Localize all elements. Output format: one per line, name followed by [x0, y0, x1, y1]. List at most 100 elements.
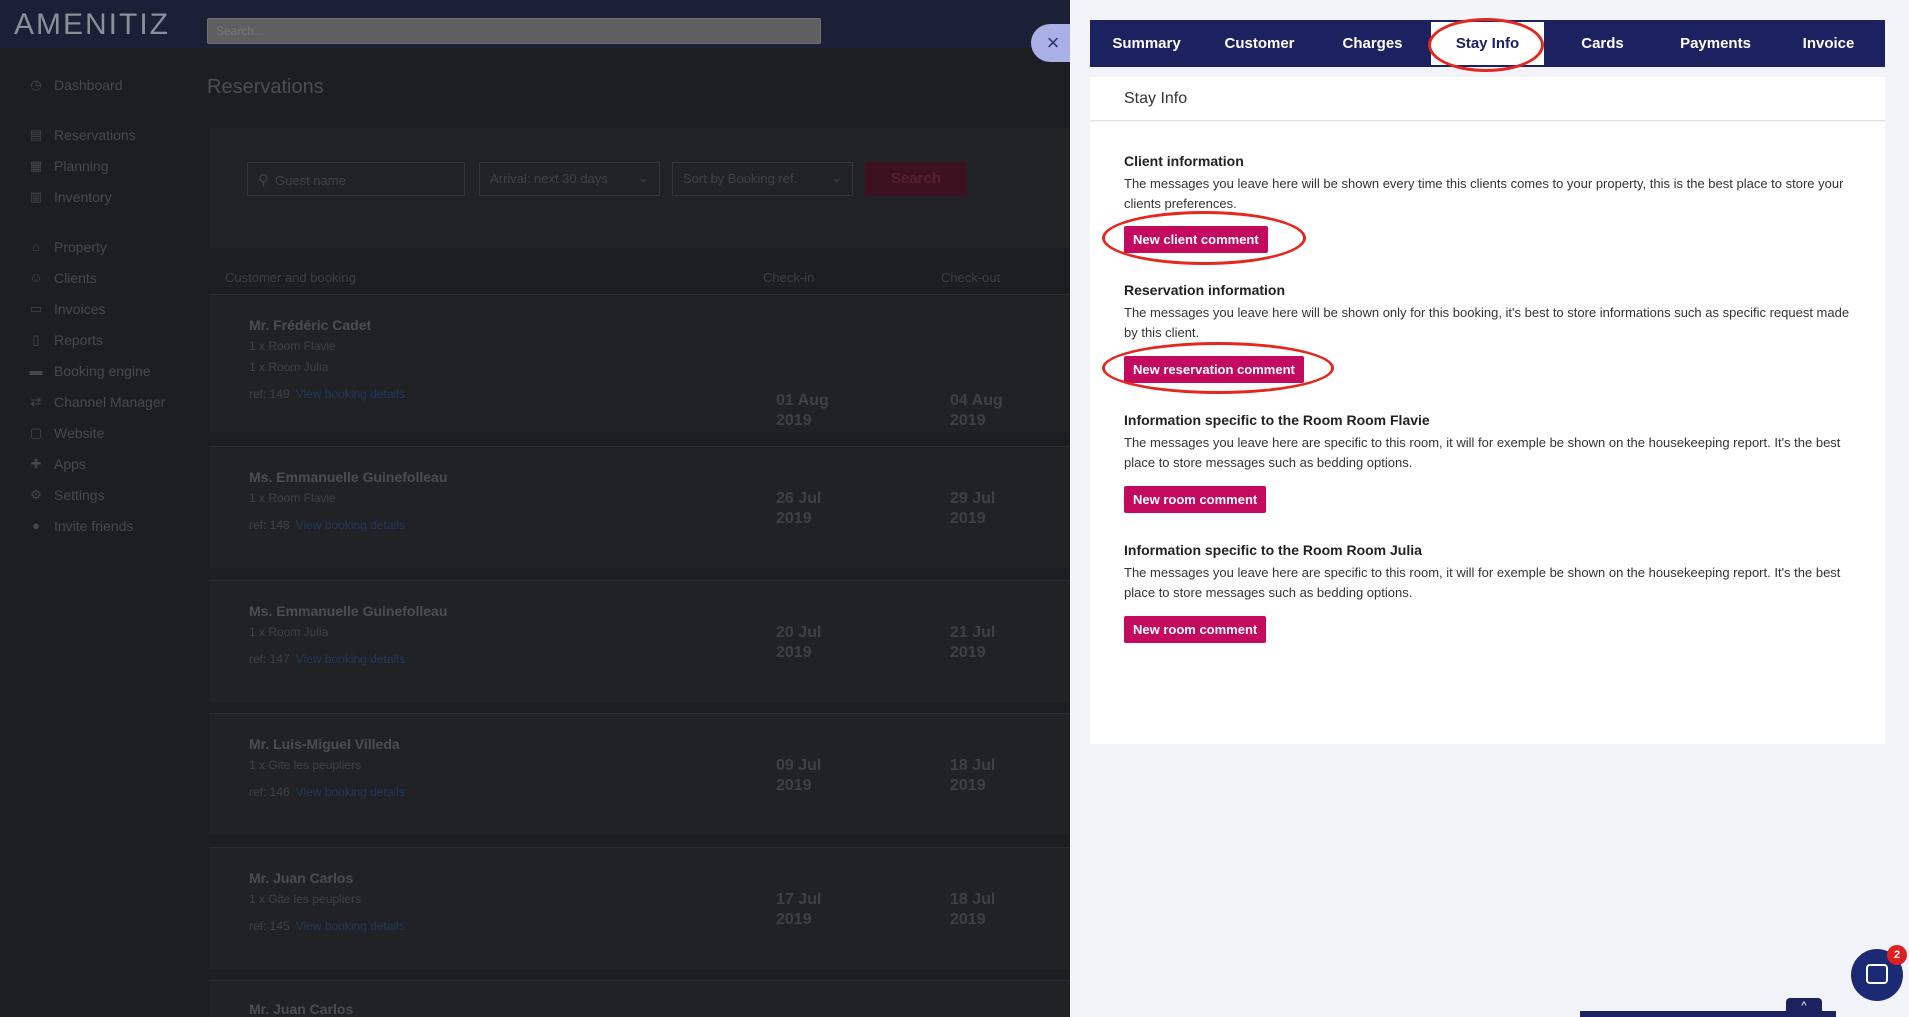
sidebar-item-channel-manager[interactable]: ⇄ Channel Manager	[28, 386, 166, 417]
sidebar-group-bookings: ▤ Reservations ▦ Planning ▥ Inventory	[28, 119, 136, 212]
row-room: 1 x Gite les peupliers	[249, 758, 362, 772]
guest-name-input[interactable]: ⚲ Guest name	[247, 162, 465, 196]
row-ref: ref: 145 View booking details	[249, 919, 405, 933]
sidebar-item-inventory[interactable]: ▥ Inventory	[28, 181, 136, 212]
row-checkout: 04 Aug 2019	[950, 391, 1003, 431]
sidebar-item-label: Channel Manager	[54, 393, 166, 410]
tab-cards[interactable]: Cards	[1546, 20, 1659, 67]
checkout-year: 2019	[950, 644, 986, 661]
row-ref: ref: 147 View booking details	[249, 652, 405, 666]
sidebar-item-property[interactable]: ⌂ Property	[28, 231, 165, 262]
row-checkout: 18 Jul 2019	[950, 890, 995, 930]
row-guest-name: Mr. Frédéric Cadet	[249, 317, 372, 333]
amenitiz-logo[interactable]: AMENITIZ	[14, 8, 170, 42]
search-icon: ⚲	[258, 172, 269, 189]
global-search-input[interactable]	[207, 18, 821, 44]
new-client-comment-button[interactable]: New client comment	[1124, 226, 1268, 253]
sidebar-item-invoices[interactable]: ▭ Invoices	[28, 293, 165, 324]
row-guest-name: Mr. Juan Carlos	[249, 1001, 354, 1017]
sidebar-item-apps[interactable]: ✚ Apps	[28, 448, 165, 479]
booking-engine-icon: ▬	[29, 362, 43, 378]
view-booking-link[interactable]: View booking details	[296, 518, 405, 532]
chat-unread-badge: 2	[1887, 945, 1907, 965]
view-booking-link[interactable]: View booking details	[296, 387, 405, 401]
view-booking-link[interactable]: View booking details	[296, 652, 405, 666]
planning-icon: ▦	[29, 157, 43, 173]
sidebar-item-invite-friends[interactable]: ● Invite friends	[28, 510, 165, 541]
checkin-year: 2019	[776, 510, 812, 527]
sidebar-item-dashboard[interactable]: ◷ Dashboard	[28, 69, 122, 100]
row-room: 1 x Room Julia	[249, 360, 329, 374]
column-header-checkin: Check-in	[763, 270, 815, 285]
row-checkin: 20 Jul 2019	[776, 623, 821, 663]
sidebar-item-label: Website	[54, 424, 105, 441]
row-room: 1 x Gite les peupliers	[249, 892, 362, 906]
section-description: The messages you leave here are specific…	[1124, 565, 1841, 600]
checkin-day: 17 Jul	[776, 891, 822, 908]
panel-title: Stay Info	[1124, 90, 1188, 107]
sidebar-item-label: Settings	[54, 486, 105, 503]
sort-select[interactable]: Sort by Booking ref. ⌄	[672, 162, 853, 196]
reservations-icon: ▤	[29, 126, 43, 142]
new-room-comment-button[interactable]: New room comment	[1124, 616, 1267, 643]
new-room-comment-button[interactable]: New room comment	[1124, 486, 1267, 513]
row-ref: ref: 146 View booking details	[249, 785, 405, 799]
sidebar-group-management: ⌂ Property ☺ Clients ▭ Invoices ▯ Reports ▬ B…	[28, 231, 165, 541]
page-title: Reservations	[207, 76, 324, 98]
view-booking-link[interactable]: View booking details	[296, 785, 405, 799]
chevron-up-icon: ^	[1801, 1000, 1807, 1012]
row-checkin: 17 Jul 2019	[776, 890, 821, 930]
arrival-select[interactable]: Arrival: next 30 days ⌄	[479, 162, 660, 196]
tab-invoice[interactable]: Invoice	[1772, 20, 1885, 67]
tab-charges[interactable]: Charges	[1316, 20, 1429, 67]
sidebar-item-settings[interactable]: ⚙ Settings	[28, 479, 165, 510]
row-ref-number: ref: 149	[249, 387, 290, 401]
row-ref-number: ref: 145	[249, 919, 290, 933]
row-guest-name: Mr. Juan Carlos	[249, 870, 354, 886]
sidebar-item-website[interactable]: ▢ Website	[28, 417, 165, 448]
sidebar-item-label: Booking engine	[54, 362, 151, 379]
section-description: The messages you leave here will be show…	[1124, 176, 1844, 211]
checkin-year: 2019	[776, 911, 812, 928]
checkin-year: 2019	[776, 777, 812, 794]
drawer-tabbar: Summary Customer Charges Stay Info Cards…	[1090, 20, 1885, 67]
column-header-checkout: Check-out	[941, 270, 1001, 285]
tab-stay-info[interactable]: Stay Info	[1429, 20, 1546, 67]
sidebar-item-label: Reservations	[54, 126, 136, 143]
sidebar-item-label: Invoices	[54, 300, 106, 317]
channel-manager-icon: ⇄	[30, 393, 42, 409]
reservation-drawer: Summary Customer Charges Stay Info Cards…	[1070, 0, 1909, 1017]
section-description: The messages you leave here are specific…	[1124, 435, 1841, 470]
tab-customer[interactable]: Customer	[1203, 20, 1316, 67]
sidebar-item-booking-engine[interactable]: ▬ Booking engine	[28, 355, 165, 386]
row-checkout: 18 Jul 2019	[950, 756, 995, 796]
checkout-day: 04 Aug	[950, 392, 1003, 409]
sidebar-item-planning[interactable]: ▦ Planning	[28, 150, 136, 181]
tab-summary[interactable]: Summary	[1090, 20, 1203, 67]
checkout-day: 21 Jul	[950, 624, 996, 641]
reservation-information-section: Reservation information The messages you…	[1124, 282, 1854, 343]
section-title: Client information	[1124, 153, 1244, 169]
new-reservation-comment-button[interactable]: New reservation comment	[1124, 356, 1304, 383]
panel-header: Stay Info	[1090, 77, 1885, 121]
sidebar-group-main: ◷ Dashboard	[28, 69, 122, 100]
view-booking-link[interactable]: View booking details	[296, 919, 405, 933]
stay-info-panel: Client information The messages you leav…	[1090, 122, 1885, 744]
invite-friends-icon: ●	[32, 517, 40, 533]
sidebar-item-reports[interactable]: ▯ Reports	[28, 324, 165, 355]
sidebar-item-clients[interactable]: ☺ Clients	[28, 262, 165, 293]
chevron-down-icon: ⌄	[638, 170, 649, 185]
close-drawer-button[interactable]: ×	[1031, 24, 1075, 62]
row-guest-name: Ms. Emmanuelle Guinefolleau	[249, 469, 448, 485]
row-guest-name: Ms. Emmanuelle Guinefolleau	[249, 603, 448, 619]
sidebar-item-label: Planning	[54, 157, 109, 174]
expand-panel-button[interactable]: ^	[1786, 998, 1822, 1017]
property-icon: ⌂	[32, 238, 40, 254]
sidebar-item-label: Property	[54, 238, 107, 255]
tab-payments[interactable]: Payments	[1659, 20, 1772, 67]
settings-icon: ⚙	[30, 486, 42, 502]
sidebar-item-reservations[interactable]: ▤ Reservations	[28, 119, 136, 150]
row-ref-number: ref: 146	[249, 785, 290, 799]
row-ref: ref: 149 View booking details	[249, 387, 405, 401]
filter-search-button[interactable]: Search	[865, 162, 967, 196]
